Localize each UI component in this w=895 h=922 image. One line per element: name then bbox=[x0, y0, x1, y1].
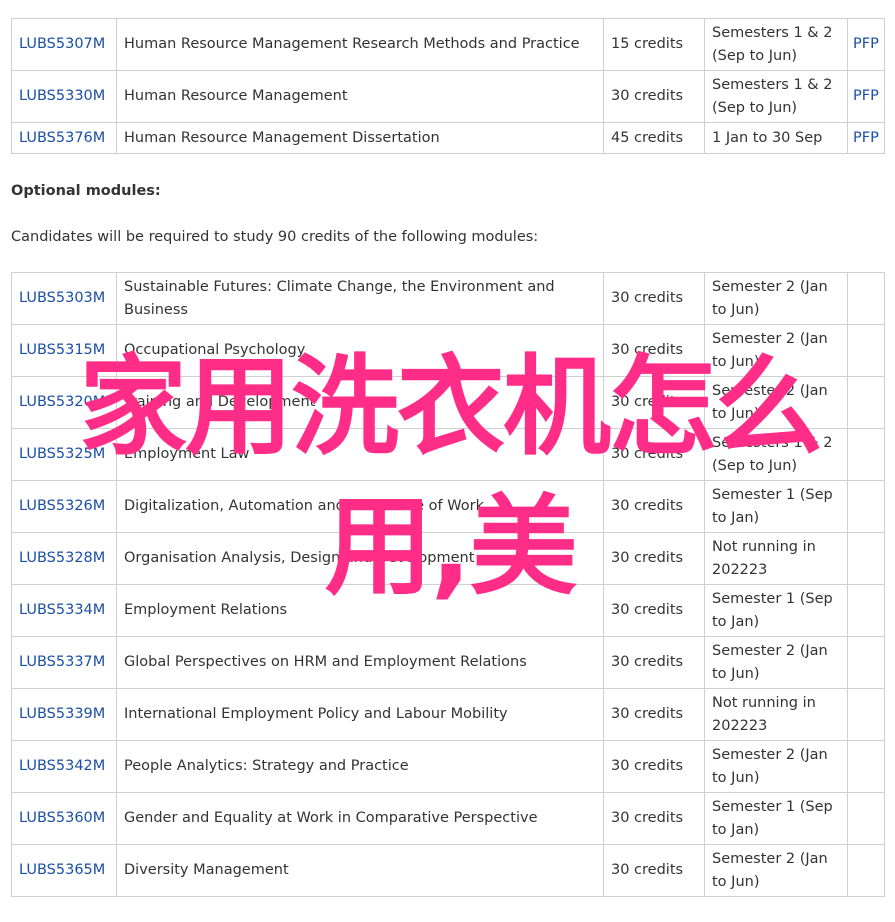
optional-modules-intro: Candidates will be required to study 90 … bbox=[11, 229, 539, 245]
module-credits: 30 credits bbox=[603, 584, 705, 637]
module-title: Diversity Management bbox=[116, 844, 604, 897]
module-code-link[interactable]: LUBS5315M bbox=[11, 324, 117, 377]
module-title: Organisation Analysis, Design and Develo… bbox=[116, 532, 604, 585]
module-title: People Analytics: Strategy and Practice bbox=[116, 740, 604, 793]
table-row: LUBS5328M Organisation Analysis, Design a… bbox=[11, 532, 885, 585]
module-credits: 30 credits bbox=[603, 532, 705, 585]
module-title: Employment Law bbox=[116, 428, 604, 481]
module-credits: 30 credits bbox=[603, 636, 705, 689]
module-title: Human Resource Management Dissertation bbox=[116, 122, 604, 154]
table-row: LUBS5337M Global Perspectives on HRM and … bbox=[11, 636, 885, 689]
module-semester: Semesters 1 & 2 (Sep to Jun) bbox=[704, 18, 848, 71]
table-row: LUBS5303M Sustainable Futures: Climate Ch… bbox=[11, 272, 885, 325]
module-semester: Not running in 202223 bbox=[704, 532, 848, 585]
module-credits: 30 credits bbox=[603, 844, 705, 897]
module-credits: 30 credits bbox=[603, 324, 705, 377]
module-credits: 15 credits bbox=[603, 18, 705, 71]
module-title: Sustainable Futures: Climate Change, the… bbox=[116, 272, 604, 325]
table-row: LUBS5330M Human Resource Management 30 cre… bbox=[11, 70, 885, 123]
optional-modules-heading: Optional modules: bbox=[11, 183, 161, 199]
empty-cell bbox=[847, 324, 885, 377]
module-code-link[interactable]: LUBS5328M bbox=[11, 532, 117, 585]
empty-cell bbox=[847, 532, 885, 585]
pfp-link[interactable]: PFP bbox=[847, 18, 885, 71]
module-credits: 30 credits bbox=[603, 480, 705, 533]
module-semester: Semester 2 (Jan to Jun) bbox=[704, 272, 848, 325]
module-credits: 30 credits bbox=[603, 70, 705, 123]
module-code-link[interactable]: LUBS5376M bbox=[11, 122, 117, 154]
module-code-link[interactable]: LUBS5325M bbox=[11, 428, 117, 481]
module-title: Gender and Equality at Work in Comparati… bbox=[116, 792, 604, 845]
module-semester: Semesters 1 & 2 (Sep to Jun) bbox=[704, 70, 848, 123]
module-code-link[interactable]: LUBS5365M bbox=[11, 844, 117, 897]
module-title: Occupational Psychology bbox=[116, 324, 604, 377]
module-semester: Semester 2 (Jan to Jun) bbox=[704, 844, 848, 897]
module-title: Human Resource Management bbox=[116, 70, 604, 123]
module-credits: 30 credits bbox=[603, 688, 705, 741]
module-title: International Employment Policy and Labo… bbox=[116, 688, 604, 741]
module-credits: 30 credits bbox=[603, 740, 705, 793]
core-modules-table: LUBS5307M Human Resource Management Resea… bbox=[11, 18, 885, 154]
pfp-link[interactable]: PFP bbox=[847, 70, 885, 123]
module-code-link[interactable]: LUBS5330M bbox=[11, 70, 117, 123]
page: LUBS5307M Human Resource Management Resea… bbox=[0, 0, 895, 922]
table-row: LUBS5334M Employment Relations 30 credits S… bbox=[11, 584, 885, 637]
table-row: LUBS5365M Diversity Management 30 credits S… bbox=[11, 844, 885, 897]
module-credits: 45 credits bbox=[603, 122, 705, 154]
table-row: LUBS5342M People Analytics: Strategy and … bbox=[11, 740, 885, 793]
table-row: LUBS5339M International Employment Policy… bbox=[11, 688, 885, 741]
module-code-link[interactable]: LUBS5334M bbox=[11, 584, 117, 637]
module-code-link[interactable]: LUBS5337M bbox=[11, 636, 117, 689]
module-code-link[interactable]: LUBS5360M bbox=[11, 792, 117, 845]
table-row: LUBS5325M Employment Law 30 credits Semeste… bbox=[11, 428, 885, 481]
module-title: Digitalization, Automation and the Futur… bbox=[116, 480, 604, 533]
module-title: Training and Development bbox=[116, 376, 604, 429]
module-semester: Semester 2 (Jan to Jun) bbox=[704, 324, 848, 377]
empty-cell bbox=[847, 636, 885, 689]
pfp-link[interactable]: PFP bbox=[847, 122, 885, 154]
empty-cell bbox=[847, 792, 885, 845]
table-row: LUBS5376M Human Resource Management Disse… bbox=[11, 122, 885, 154]
table-row: LUBS5326M Digitalization, Automation and … bbox=[11, 480, 885, 533]
module-semester: Semester 2 (Jan to Jun) bbox=[704, 376, 848, 429]
empty-cell bbox=[847, 844, 885, 897]
module-semester: 1 Jan to 30 Sep bbox=[704, 122, 848, 154]
module-code-link[interactable]: LUBS5320M bbox=[11, 376, 117, 429]
module-credits: 30 credits bbox=[603, 792, 705, 845]
empty-cell bbox=[847, 272, 885, 325]
empty-cell bbox=[847, 376, 885, 429]
module-code-link[interactable]: LUBS5326M bbox=[11, 480, 117, 533]
empty-cell bbox=[847, 584, 885, 637]
module-semester: Semester 1 (Sep to Jan) bbox=[704, 480, 848, 533]
module-code-link[interactable]: LUBS5303M bbox=[11, 272, 117, 325]
module-code-link[interactable]: LUBS5339M bbox=[11, 688, 117, 741]
module-semester: Not running in 202223 bbox=[704, 688, 848, 741]
table-row: LUBS5320M Training and Development 30 cred… bbox=[11, 376, 885, 429]
module-semester: Semesters 1 & 2 (Sep to Jun) bbox=[704, 428, 848, 481]
module-title: Employment Relations bbox=[116, 584, 604, 637]
table-row: LUBS5360M Gender and Equality at Work in … bbox=[11, 792, 885, 845]
module-semester: Semester 1 (Sep to Jan) bbox=[704, 584, 848, 637]
optional-modules-table: LUBS5303M Sustainable Futures: Climate Ch… bbox=[11, 272, 885, 897]
empty-cell bbox=[847, 428, 885, 481]
module-credits: 30 credits bbox=[603, 272, 705, 325]
empty-cell bbox=[847, 740, 885, 793]
module-semester: Semester 2 (Jan to Jun) bbox=[704, 740, 848, 793]
module-code-link[interactable]: LUBS5342M bbox=[11, 740, 117, 793]
module-semester: Semester 1 (Sep to Jan) bbox=[704, 792, 848, 845]
module-code-link[interactable]: LUBS5307M bbox=[11, 18, 117, 71]
table-row: LUBS5315M Occupational Psychology 30 credi… bbox=[11, 324, 885, 377]
empty-cell bbox=[847, 480, 885, 533]
module-semester: Semester 2 (Jan to Jun) bbox=[704, 636, 848, 689]
module-credits: 30 credits bbox=[603, 376, 705, 429]
module-title: Human Resource Management Research Metho… bbox=[116, 18, 604, 71]
empty-cell bbox=[847, 688, 885, 741]
module-credits: 30 credits bbox=[603, 428, 705, 481]
module-title: Global Perspectives on HRM and Employmen… bbox=[116, 636, 604, 689]
table-row: LUBS5307M Human Resource Management Resea… bbox=[11, 18, 885, 71]
